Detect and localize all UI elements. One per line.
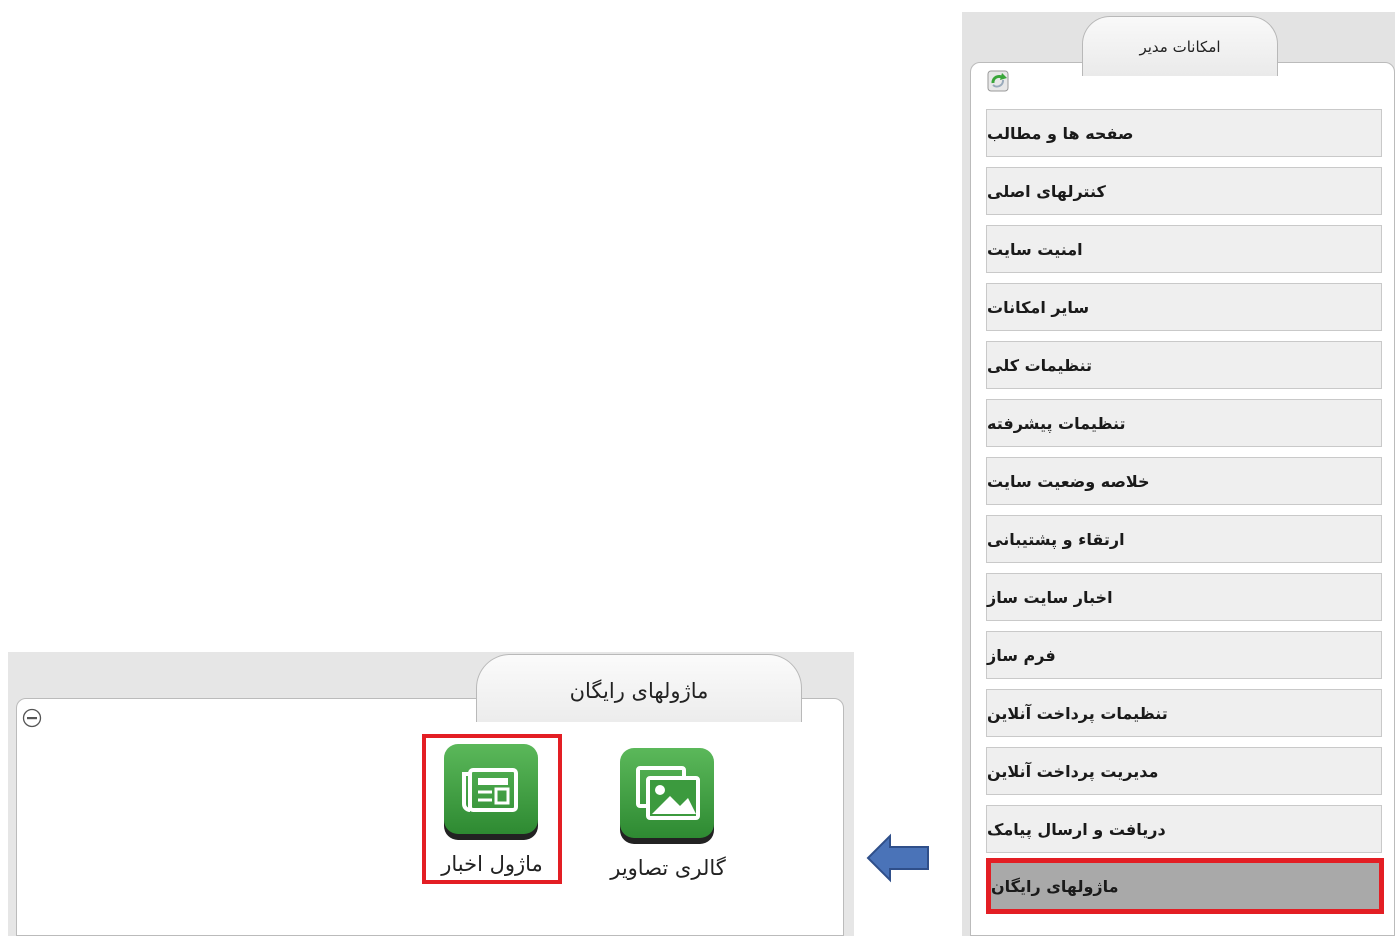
menu-item-site-security[interactable]: امنیت سایت	[986, 225, 1382, 273]
admin-panel-title: امکانات مدیر	[1139, 37, 1221, 56]
menu-item-form-builder[interactable]: فرم ساز	[986, 631, 1382, 679]
menu-item-payment-management[interactable]: مدیریت پرداخت آنلاین	[986, 747, 1382, 795]
menu-item-site-status[interactable]: خلاصه وضعیت سایت	[986, 457, 1382, 505]
menu-item-other-features[interactable]: سایر امکانات	[986, 283, 1382, 331]
module-news-label: ماژول اخبار	[441, 852, 543, 876]
admin-panel: امکانات مدیر صفحه ها و مطالب کنترلهای اص…	[962, 12, 1395, 936]
free-modules-tab: ماژولهای رایگان	[476, 654, 802, 722]
free-modules-panel: ماژولهای رایگان ماژول اخبار گالری تصاویر	[8, 652, 854, 936]
module-gallery-label: گالری تصاویر	[610, 856, 726, 880]
newspaper-icon	[444, 744, 538, 840]
menu-item-main-controls[interactable]: کنترلهای اصلی	[986, 167, 1382, 215]
arrow-left-icon	[866, 833, 929, 883]
collapse-icon[interactable]	[22, 708, 42, 728]
image-gallery-icon	[620, 748, 714, 844]
menu-item-free-modules[interactable]: ماژولهای رایگان	[986, 858, 1384, 914]
admin-panel-tab: امکانات مدیر	[1082, 16, 1278, 76]
menu-item-payment-settings[interactable]: تنظیمات پرداخت آنلاین	[986, 689, 1382, 737]
menu-item-advanced-settings[interactable]: تنظیمات پیشرفته	[986, 399, 1382, 447]
free-modules-title: ماژولهای رایگان	[569, 679, 709, 703]
module-image-gallery[interactable]: گالری تصاویر	[598, 738, 738, 888]
refresh-icon[interactable]	[985, 68, 1011, 94]
menu-item-general-settings[interactable]: تنظیمات کلی	[986, 341, 1382, 389]
menu-item-sitebuilder-news[interactable]: اخبار سایت ساز	[986, 573, 1382, 621]
menu-item-upgrade-support[interactable]: ارتقاء و پشتیبانی	[986, 515, 1382, 563]
menu-item-pages[interactable]: صفحه ها و مطالب	[986, 109, 1382, 157]
menu-item-sms[interactable]: دریافت و ارسال پیامک	[986, 805, 1382, 853]
module-news[interactable]: ماژول اخبار	[422, 734, 562, 884]
